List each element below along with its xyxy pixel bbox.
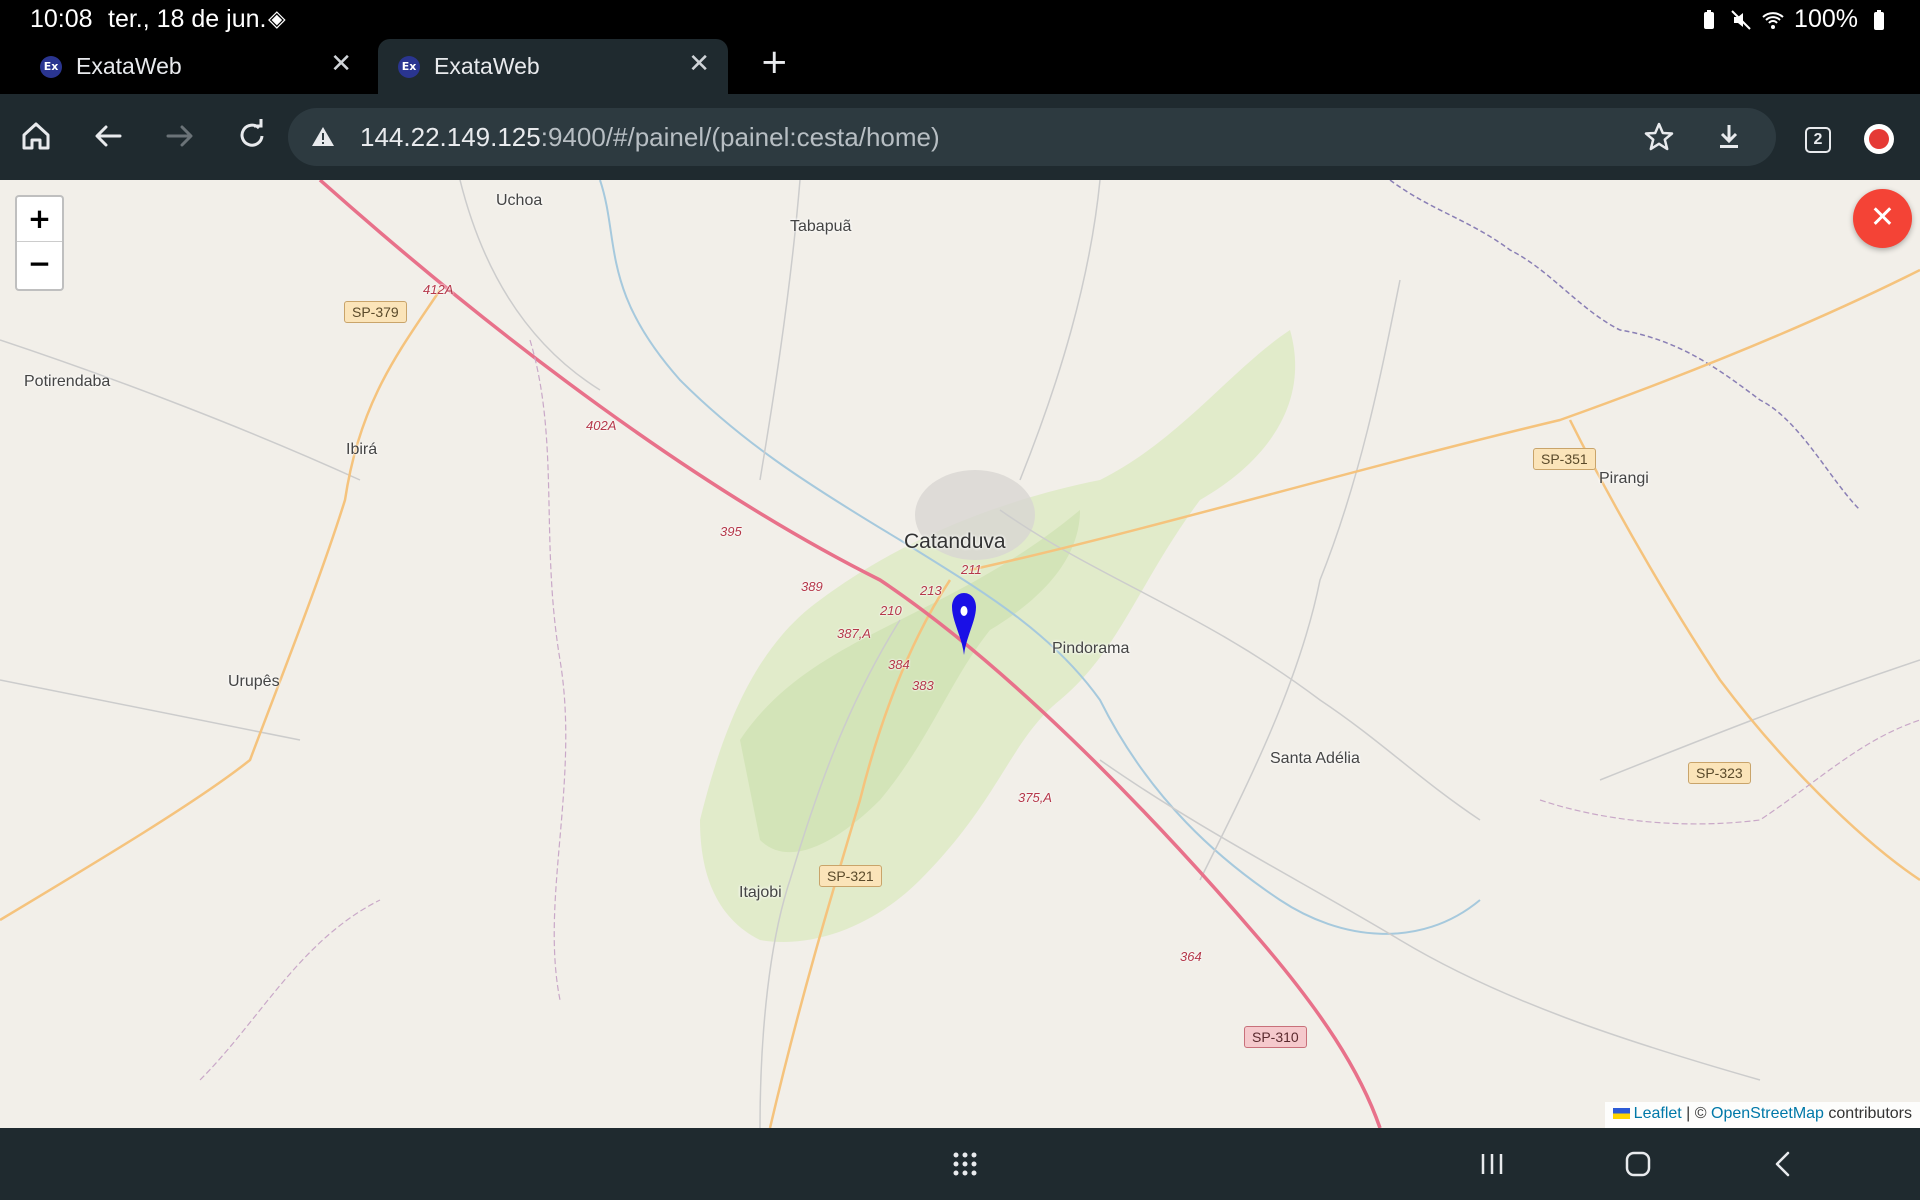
km-marker: 389 (801, 579, 823, 594)
km-marker: 402A (586, 418, 617, 433)
road-shield-sp351: SP-351 (1533, 448, 1596, 470)
km-marker: 395 (720, 524, 742, 539)
address-bar[interactable]: 144.22.149.125:9400/#/painel/(painel:ces… (288, 108, 1776, 166)
tab-switcher-button[interactable]: 2 (1805, 127, 1831, 153)
place-pirangi: Pirangi (1599, 470, 1649, 487)
tab-title: ExataWeb (76, 53, 182, 79)
km-marker: 383 (912, 678, 934, 693)
bookmark-star-icon[interactable] (1642, 120, 1676, 154)
home-nav-icon[interactable] (1620, 1146, 1656, 1182)
zoom-control: + − (15, 195, 64, 291)
update-available-icon[interactable] (1864, 124, 1894, 154)
wifi-icon (1762, 11, 1784, 29)
place-santa-adelia: Santa Adélia (1270, 750, 1360, 767)
km-marker: 211 (961, 562, 982, 577)
exataweb-favicon-icon: Ex (40, 56, 62, 78)
km-marker: 412A (423, 282, 454, 297)
battery-saver-icon (1704, 9, 1715, 29)
zoom-in-button[interactable]: + (17, 197, 62, 242)
attribution-contributors: contributors (1823, 1105, 1912, 1122)
url-path: :9400/#/painel/(painel:cesta/home) (540, 122, 940, 152)
road-shield-sp379: SP-379 (344, 301, 407, 323)
url-host: 144.22.149.125 (360, 122, 541, 152)
status-icons: 100% (1698, 5, 1890, 34)
url-text[interactable]: 144.22.149.125:9400/#/painel/(painel:ces… (360, 122, 940, 153)
tab-1[interactable]: Ex ExataWeb ✕ (20, 39, 370, 94)
forward-arrow-icon[interactable] (158, 114, 202, 158)
openstreetmap-link[interactable]: OpenStreetMap (1711, 1105, 1824, 1122)
km-marker: 213 (920, 583, 942, 598)
place-tabapua: Tabapuã (790, 218, 852, 235)
status-bar: 10:08 ter., 18 de jun. ◈ 100% (0, 0, 1920, 36)
place-catanduva: Catanduva (904, 530, 1006, 553)
tab-close-icon[interactable]: ✕ (330, 49, 352, 79)
not-secure-warning-icon[interactable] (310, 124, 336, 150)
km-marker: 375,A (1018, 790, 1052, 805)
download-icon[interactable] (1712, 120, 1746, 154)
date: ter., 18 de jun. (108, 5, 267, 33)
clock: 10:08 (30, 5, 93, 33)
km-marker: 364 (1180, 949, 1202, 964)
km-marker: 387,A (837, 626, 871, 641)
recent-apps-icon[interactable] (1474, 1146, 1510, 1182)
back-arrow-icon[interactable] (86, 114, 130, 158)
tab-2[interactable]: Ex ExataWeb ✕ (378, 39, 728, 94)
map-view[interactable]: Uchoa Tabapuã Potirendaba Ibirá Catanduv… (0, 180, 1920, 1128)
zoom-out-button[interactable]: − (17, 242, 62, 287)
system-nav-bar (0, 1128, 1920, 1200)
tab-close-icon[interactable]: ✕ (688, 49, 710, 79)
exataweb-favicon-icon: Ex (398, 56, 420, 78)
new-tab-button[interactable]: + (760, 42, 789, 82)
location-pin-icon[interactable] (952, 593, 976, 655)
place-urupes: Urupês (228, 673, 280, 690)
reload-icon[interactable] (230, 114, 274, 158)
km-marker: 210 (880, 603, 902, 618)
mute-icon (1731, 9, 1751, 30)
home-icon[interactable] (14, 114, 58, 158)
app-drawer-icon[interactable] (947, 1146, 983, 1182)
road-shield-sp323: SP-323 (1688, 762, 1751, 784)
browser-toolbar: 144.22.149.125:9400/#/painel/(painel:ces… (0, 94, 1920, 180)
nfc-icon: ◈ (268, 5, 286, 31)
tab-strip: Ex ExataWeb ✕ Ex ExataWeb ✕ (0, 36, 1920, 94)
battery-percent: 100% (1794, 5, 1858, 33)
place-pindorama: Pindorama (1052, 640, 1130, 657)
ukraine-flag-icon (1612, 1108, 1630, 1119)
place-ibira: Ibirá (346, 441, 378, 458)
back-nav-icon[interactable] (1766, 1146, 1802, 1182)
close-button[interactable]: ✕ (1853, 189, 1912, 248)
map-attribution: Leaflet | © OpenStreetMap contributors (1604, 1102, 1920, 1128)
battery-icon (1874, 9, 1884, 30)
place-potirendaba: Potirendaba (24, 373, 111, 390)
attribution-separator: | © (1681, 1105, 1711, 1122)
road-shield-sp310: SP-310 (1244, 1026, 1307, 1048)
km-marker: 384 (888, 657, 910, 672)
leaflet-link[interactable]: Leaflet (1634, 1105, 1682, 1122)
tab-title: ExataWeb (434, 53, 540, 79)
place-uchoa: Uchoa (496, 192, 543, 209)
place-itajobi: Itajobi (739, 884, 782, 901)
road-shield-sp321: SP-321 (819, 865, 882, 887)
